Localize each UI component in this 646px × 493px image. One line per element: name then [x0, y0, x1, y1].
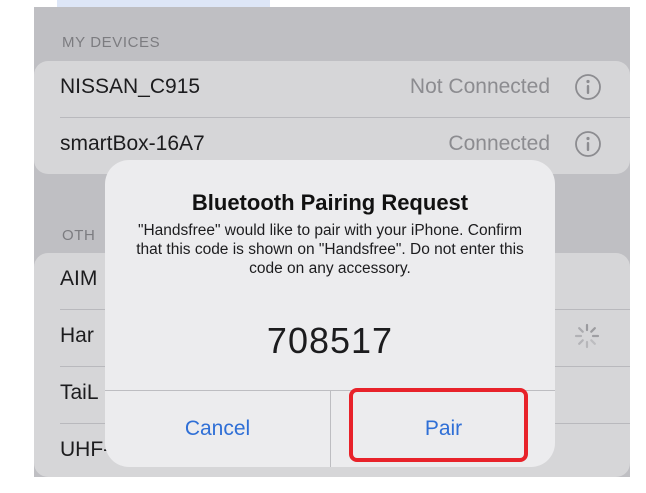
pairing-code: 708517: [266, 320, 394, 361]
cancel-button[interactable]: Cancel: [105, 391, 330, 467]
bluetooth-settings-screen: MY DEVICES NISSAN_C915 Not Connected sma…: [34, 7, 630, 477]
info-icon[interactable]: [574, 130, 602, 158]
selection-highlight-strip: [57, 0, 270, 7]
device-name: Har: [60, 324, 94, 347]
other-devices-header: OTH: [62, 227, 96, 244]
dialog-title: Bluetooth Pairing Request: [191, 190, 469, 215]
device-status: Not Connected: [409, 75, 550, 98]
info-icon[interactable]: [574, 73, 602, 101]
device-status: Connected: [448, 132, 550, 155]
pair-highlight-box: [349, 388, 528, 462]
spinner-icon: [574, 323, 600, 349]
my-devices-list: NISSAN_C915 Not Connected smartBox-16A7 …: [34, 61, 630, 174]
device-name: AIM: [60, 267, 98, 290]
device-name: smartBox-16A7: [60, 132, 205, 155]
my-devices-header: MY DEVICES: [62, 34, 161, 51]
dialog-message: "Handsfree" would like to pair with your…: [136, 222, 524, 277]
device-name: TaiL: [60, 381, 99, 404]
screenshot-frame: MY DEVICES NISSAN_C915 Not Connected sma…: [0, 0, 646, 493]
device-name: NISSAN_C915: [60, 75, 201, 98]
device-row-nissan[interactable]: NISSAN_C915 Not Connected: [34, 61, 630, 117]
